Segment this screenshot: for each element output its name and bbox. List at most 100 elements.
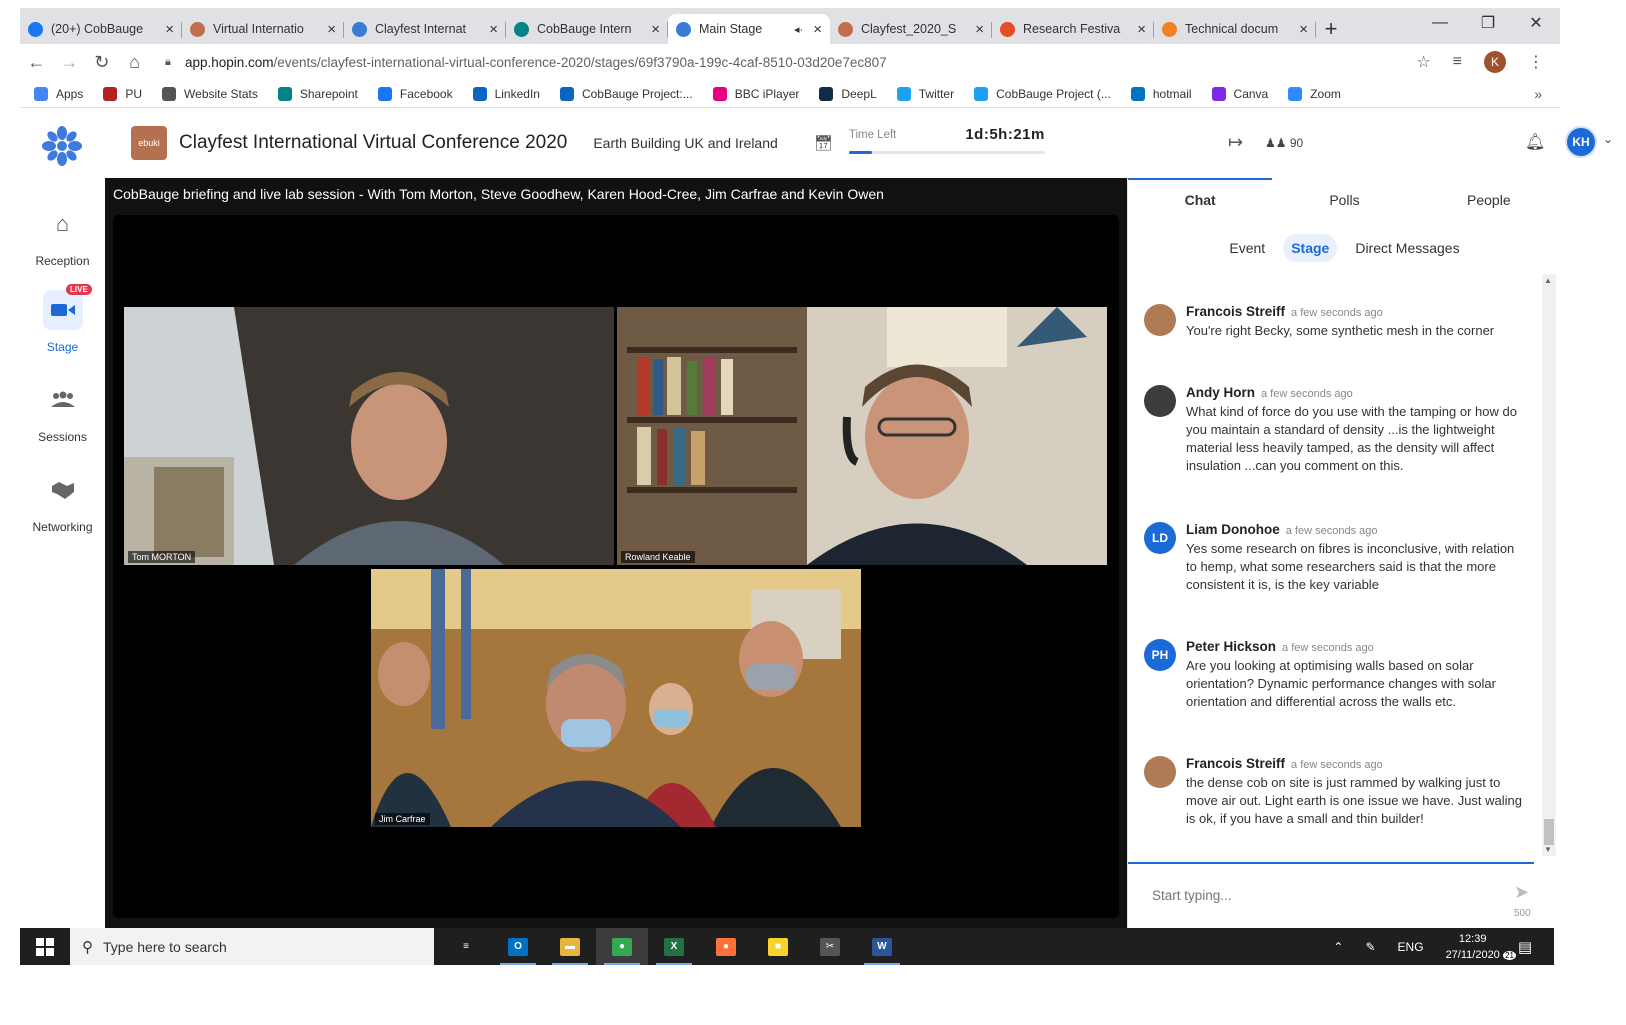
scrollbar-thumb[interactable] [1544,819,1554,845]
reading-list-icon[interactable]: ≡ [1453,53,1462,71]
chat-message-input[interactable] [1152,888,1492,903]
nav-reception[interactable]: ⌂ Reception [20,204,105,268]
chevron-up-icon[interactable]: ⌃ [1333,940,1343,954]
nav-sessions[interactable]: Sessions [20,380,105,444]
message-author[interactable]: Francois Streiff [1186,756,1285,771]
avatar[interactable] [1144,756,1176,788]
reload-button[interactable]: ↻ [85,52,118,73]
minimize-button[interactable]: — [1416,8,1464,38]
message-author[interactable]: Liam Donohoe [1186,522,1280,537]
browser-tab[interactable]: Virtual Internatio × [182,14,344,44]
taskbar-search[interactable]: ⚲ Type here to search [70,928,434,965]
chat-scrollbar[interactable]: ▲ ▼ [1542,274,1556,856]
tab-people[interactable]: People [1417,178,1561,222]
taskbar-app[interactable]: ≡ [440,928,492,965]
taskbar-app[interactable]: ■ [752,928,804,965]
avatar[interactable] [1144,304,1176,336]
back-button[interactable]: ← [20,52,53,73]
bookmark-item[interactable]: Website Stats [162,86,258,101]
avatar[interactable]: LD [1144,522,1176,554]
bell-icon[interactable]: 🔔︎ [1525,132,1545,152]
taskbar-apps: ≡ O ▬ ● X ● ■ ✂ W [440,928,908,965]
taskbar-app[interactable]: ● [596,928,648,965]
taskbar-app[interactable]: ● [700,928,752,965]
message-author[interactable]: Francois Streiff [1186,304,1285,319]
subtab-direct-messages[interactable]: Direct Messages [1347,234,1467,262]
forward-button[interactable]: → [53,52,86,73]
bookmark-star-icon[interactable]: ☆ [1416,52,1430,72]
bookmark-item[interactable]: CobBauge Project (... [974,86,1111,101]
browser-tab[interactable]: Technical docum × [1154,14,1316,44]
avatar[interactable] [1144,385,1176,417]
new-tab-button[interactable]: + [1316,14,1346,44]
home-button[interactable]: ⌂ [118,52,151,73]
close-tab-icon[interactable]: × [975,21,984,38]
bookmark-item[interactable]: Sharepoint [277,86,358,101]
scroll-up-icon[interactable]: ▲ [1544,276,1552,285]
browser-menu-icon[interactable]: ⋮ [1528,52,1544,72]
audio-playing-icon[interactable]: ◂· [794,23,803,36]
subtab-event[interactable]: Event [1221,234,1273,262]
taskbar-app[interactable]: W [856,928,908,965]
bookmark-item[interactable]: Canva [1211,86,1268,101]
avatar[interactable]: PH [1144,639,1176,671]
message-author[interactable]: Andy Horn [1186,385,1255,400]
url-bar[interactable]: 🔒︎ app.hopin.com/events/clayfest-interna… [165,48,1416,76]
send-icon[interactable]: ➤ [1514,882,1529,903]
nav-stage[interactable]: LIVE Stage [20,284,105,354]
bookmark-item[interactable]: CobBauge Project:... [559,86,693,101]
close-tab-icon[interactable]: × [813,21,822,38]
taskbar-app[interactable]: X [648,928,700,965]
organizer-logo[interactable]: ebuki [131,126,167,160]
tab-polls[interactable]: Polls [1272,178,1416,222]
browser-tab[interactable]: Main Stage ◂· × [668,14,830,44]
nav-networking[interactable]: Networking [20,470,105,534]
bookmark-item[interactable]: PU [103,86,142,101]
system-clock[interactable]: 12:39 27/11/2020 [1446,931,1500,963]
pen-icon[interactable]: ✎ [1365,940,1375,954]
bookmark-item[interactable]: LinkedIn [472,86,540,101]
close-tab-icon[interactable]: × [1299,21,1308,38]
close-tab-icon[interactable]: × [651,21,660,38]
bookmark-item[interactable]: DeepL [819,86,877,101]
video-tile[interactable]: Jim Carfrae [371,569,861,827]
exit-icon[interactable]: ↦ [1228,132,1243,153]
video-tile[interactable]: Rowland Keable [617,307,1107,565]
bookmark-item[interactable]: Facebook [377,86,453,101]
close-window-button[interactable]: ✕ [1512,8,1560,38]
attendee-count[interactable]: ♟♟ 90 [1265,136,1303,150]
close-tab-icon[interactable]: × [327,21,336,38]
hopin-logo-icon[interactable] [40,124,84,168]
bookmark-item[interactable]: hotmail [1130,86,1192,101]
taskbar-app[interactable]: ▬ [544,928,596,965]
bookmark-item[interactable]: BBC iPlayer [712,86,799,101]
profile-avatar[interactable]: K [1484,51,1507,73]
browser-tab[interactable]: Research Festiva × [992,14,1154,44]
bookmark-item[interactable]: Zoom [1288,86,1341,101]
scroll-down-icon[interactable]: ▼ [1544,845,1552,854]
organizer-name[interactable]: Earth Building UK and Ireland [593,135,777,151]
browser-tab[interactable]: Clayfest_2020_S × [830,14,992,44]
browser-tab[interactable]: CobBauge Intern × [506,14,668,44]
bookmark-item[interactable]: Apps [34,86,83,101]
calendar-icon[interactable]: 📅︎ [814,134,833,152]
close-tab-icon[interactable]: × [489,21,498,38]
browser-tab[interactable]: Clayfest Internat × [344,14,506,44]
browser-tab[interactable]: (20+) CobBauge × [20,14,182,44]
windows-start-button[interactable] [20,928,70,965]
tab-chat[interactable]: Chat [1128,178,1273,222]
close-tab-icon[interactable]: × [165,21,174,38]
chevron-down-icon[interactable]: ⌄ [1603,132,1613,146]
taskbar-app[interactable]: ✂ [804,928,856,965]
message-author[interactable]: Peter Hickson [1186,639,1276,654]
language-indicator[interactable]: ENG [1398,940,1424,954]
taskbar-app[interactable]: O [492,928,544,965]
more-bookmarks-button[interactable]: » [1534,86,1542,102]
video-tile[interactable]: Tom MORTON [124,307,614,565]
restore-button[interactable]: ❐ [1464,8,1512,38]
subtab-stage[interactable]: Stage [1283,234,1338,262]
close-tab-icon[interactable]: × [1137,21,1146,38]
bookmark-item[interactable]: Twitter [896,86,954,101]
user-avatar[interactable]: KH [1565,126,1597,158]
notification-center-icon[interactable]: ▤ 21 [1503,938,1532,960]
